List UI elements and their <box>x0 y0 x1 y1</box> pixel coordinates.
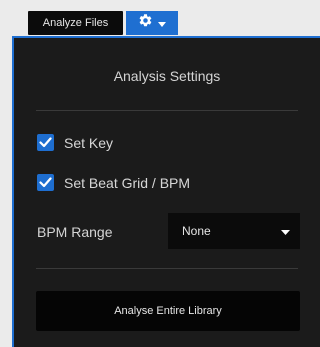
toolbar: Analyze Files <box>28 10 178 36</box>
set-beat-grid-checkbox[interactable] <box>37 174 54 191</box>
set-beat-grid-checkbox-row[interactable]: Set Beat Grid / BPM <box>37 174 190 191</box>
bpm-range-value: None <box>182 224 211 238</box>
bpm-range-select[interactable]: None <box>168 213 300 249</box>
checkmark-icon <box>39 137 52 148</box>
analyse-entire-library-button[interactable]: Analyse Entire Library <box>36 291 300 331</box>
gear-icon <box>138 13 153 33</box>
caret-down-icon <box>158 14 166 32</box>
settings-menu-button[interactable] <box>126 11 178 35</box>
set-beat-grid-label: Set Beat Grid / BPM <box>64 174 191 191</box>
checkmark-icon <box>39 177 52 188</box>
analysis-settings-panel: Analysis Settings Set Key Set Beat Grid … <box>12 36 320 347</box>
caret-down-icon <box>281 224 290 238</box>
set-key-checkbox-row[interactable]: Set Key <box>37 134 113 151</box>
divider-bottom <box>36 268 298 269</box>
set-key-checkbox[interactable] <box>37 134 54 151</box>
bpm-range-label: BPM Range <box>37 224 113 240</box>
divider-top <box>36 110 298 111</box>
set-key-label: Set Key <box>64 134 114 151</box>
panel-title: Analysis Settings <box>113 68 221 84</box>
analyze-files-button[interactable]: Analyze Files <box>28 11 123 35</box>
